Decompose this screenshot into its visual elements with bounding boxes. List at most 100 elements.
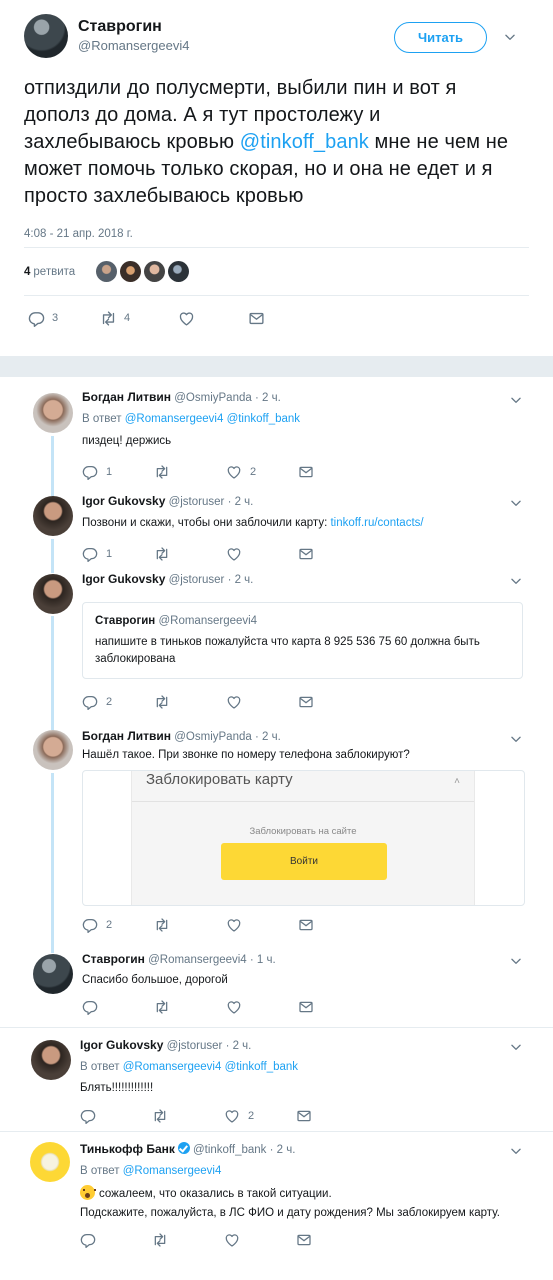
tweet-time[interactable]: · 2 ч.: [226, 1040, 252, 1052]
avatar[interactable]: [96, 261, 118, 282]
avatar[interactable]: [168, 261, 190, 282]
chevron-down-icon[interactable]: [503, 30, 517, 44]
retweet-button[interactable]: 4: [100, 310, 178, 327]
avatar[interactable]: [33, 574, 73, 614]
retweet-button[interactable]: [152, 1108, 224, 1124]
envelope-icon: [298, 694, 314, 710]
mention-link[interactable]: @Romansergeevi4: [123, 1061, 222, 1073]
dm-button[interactable]: [296, 1108, 368, 1124]
dm-button[interactable]: [298, 694, 370, 710]
tweet-time[interactable]: · 2 ч.: [270, 1144, 296, 1156]
tweet-date[interactable]: 4:08 - 21 апр. 2018 г.: [24, 220, 529, 248]
tweet-actions: 1 2: [82, 460, 525, 484]
reply-icon: [82, 546, 98, 562]
tweet-time[interactable]: · 1 ч.: [250, 954, 276, 966]
dm-button[interactable]: [298, 464, 370, 480]
retweet-button[interactable]: [154, 546, 226, 562]
tweet-actions: 2: [80, 1104, 525, 1128]
like-button[interactable]: [226, 999, 298, 1015]
author-name[interactable]: Igor Gukovsky: [80, 1038, 163, 1052]
retweet-button[interactable]: [152, 1232, 224, 1248]
author-handle[interactable]: @jstoruser: [169, 574, 225, 586]
author-name[interactable]: Igor Gukovsky: [82, 572, 165, 586]
tweet-text-line: Подскажите, пожалуйста, в ЛС ФИО и дату …: [80, 1207, 500, 1219]
reply-tweet[interactable]: Igor Gukovsky @jstoruser · 2 ч. Позвони …: [0, 489, 553, 567]
avatar[interactable]: [120, 261, 142, 282]
reply-button[interactable]: [80, 1108, 152, 1124]
author-handle[interactable]: @OsmiyPanda: [174, 731, 252, 743]
author-name[interactable]: Ставрогин: [78, 17, 189, 36]
retweet-icon: [154, 546, 170, 562]
author-handle[interactable]: @Romansergeevi4: [78, 36, 189, 55]
like-button[interactable]: [178, 310, 248, 327]
mention-link[interactable]: @tinkoff_bank: [240, 131, 369, 153]
mention-link[interactable]: @Romansergeevi4: [123, 1165, 222, 1177]
retweet-button[interactable]: [154, 694, 226, 710]
like-button[interactable]: [226, 694, 298, 710]
link-card[interactable]: Заблокировать карту ˄ Заблокировать на с…: [82, 770, 525, 906]
author-name[interactable]: Богдан Литвин: [82, 390, 171, 404]
contacts-link[interactable]: tinkoff.ru/contacts/: [330, 517, 423, 529]
avatar[interactable]: [33, 954, 73, 994]
mention-link[interactable]: @tinkoff_bank: [227, 413, 300, 425]
like-button[interactable]: 2: [224, 1108, 296, 1125]
quoted-tweet[interactable]: Ставрогин @Romansergeevi4 напишите в тин…: [82, 602, 523, 679]
retweet-button[interactable]: [154, 917, 226, 933]
author-name[interactable]: Богдан Литвин: [82, 729, 171, 743]
tweet-time[interactable]: · 2 ч.: [255, 392, 281, 404]
dm-button[interactable]: [296, 1232, 368, 1248]
tweet-time[interactable]: · 2 ч.: [228, 496, 254, 508]
follow-button[interactable]: Читать: [394, 22, 487, 53]
heart-icon: [226, 917, 242, 933]
avatar[interactable]: [33, 393, 73, 433]
like-button[interactable]: 2: [226, 464, 298, 481]
tinkoff-logo-avatar[interactable]: [30, 1142, 70, 1182]
reply-tweet[interactable]: Igor Gukovsky @jstoruser · 2 ч. В ответ …: [0, 1028, 553, 1130]
tweet-time[interactable]: · 2 ч.: [255, 731, 281, 743]
avatar[interactable]: [33, 496, 73, 536]
avatar[interactable]: [24, 14, 68, 58]
retweet-button[interactable]: [154, 464, 226, 480]
reply-button[interactable]: 2: [82, 694, 154, 711]
avatar[interactable]: [144, 261, 166, 282]
avatar[interactable]: [33, 730, 73, 770]
author-handle[interactable]: @tinkoff_bank: [193, 1144, 266, 1156]
like-button[interactable]: [224, 1232, 296, 1248]
tweet-text: Позвони и скажи, чтобы они заблочили кар…: [82, 515, 525, 532]
like-button[interactable]: [226, 546, 298, 562]
retweet-button[interactable]: [154, 999, 226, 1015]
reply-tweet[interactable]: Ставрогин @Romansergeevi4 · 1 ч. Спасибо…: [0, 946, 553, 1024]
reply-button[interactable]: 1: [82, 464, 154, 481]
dm-button[interactable]: [298, 999, 370, 1015]
reply-tweet[interactable]: Igor Gukovsky @jstoruser · 2 ч. Ставроги…: [0, 567, 553, 717]
author-handle[interactable]: @Romansergeevi4: [148, 954, 247, 966]
tweet-time[interactable]: · 2 ч.: [228, 574, 254, 586]
reply-tweet[interactable]: Богдан Литвин @OsmiyPanda · 2 ч. В ответ…: [0, 377, 553, 489]
retweet-label[interactable]: ретвита: [33, 266, 75, 278]
reply-button[interactable]: [82, 999, 154, 1015]
author-name[interactable]: Igor Gukovsky: [82, 494, 165, 508]
author-handle[interactable]: @OsmiyPanda: [174, 392, 252, 404]
author-handle[interactable]: @jstoruser: [167, 1040, 223, 1052]
mention-link[interactable]: @Romansergeevi4: [125, 413, 224, 425]
author-name[interactable]: Ставрогин: [82, 952, 145, 966]
retweet-count[interactable]: 4: [24, 266, 30, 278]
reply-button[interactable]: 1: [82, 546, 154, 563]
dm-button[interactable]: [298, 546, 370, 562]
reply-count: 3: [52, 312, 59, 324]
author-handle[interactable]: @jstoruser: [169, 496, 225, 508]
mention-link[interactable]: @tinkoff_bank: [225, 1061, 298, 1073]
reply-button[interactable]: 2: [82, 917, 154, 934]
author-name[interactable]: Тинькофф Банк: [80, 1142, 175, 1156]
reply-count: 2: [106, 918, 113, 931]
tweet-text: Блять!!!!!!!!!!!!!: [80, 1082, 154, 1094]
like-button[interactable]: [226, 917, 298, 933]
dm-button[interactable]: [248, 310, 265, 327]
reply-button[interactable]: [80, 1232, 152, 1248]
reply-tweet[interactable]: Богдан Литвин @OsmiyPanda · 2 ч. Нашёл т…: [0, 722, 553, 944]
tweet-text: сожалеем, что оказались в такой ситуации…: [80, 1185, 525, 1203]
dm-button[interactable]: [298, 917, 370, 933]
reply-tweet[interactable]: Тинькофф Банк @tinkoff_bank · 2 ч. В отве…: [0, 1132, 553, 1280]
reply-button[interactable]: 3: [28, 310, 100, 327]
avatar[interactable]: [31, 1040, 71, 1080]
